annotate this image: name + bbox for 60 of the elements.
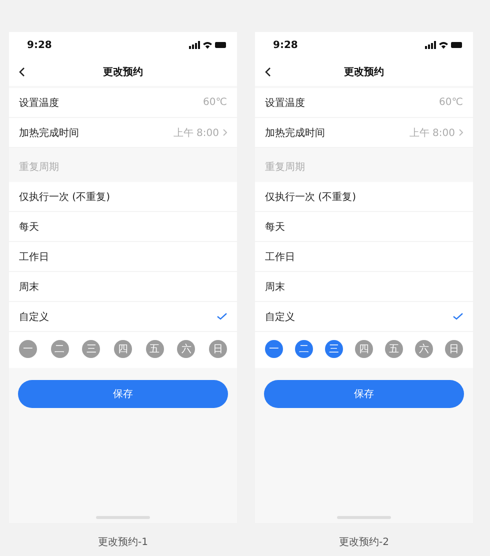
back-icon[interactable] xyxy=(19,67,25,77)
setting-row[interactable]: 加热完成时间 上午 8:00 xyxy=(255,118,473,148)
weekday-toggle[interactable]: 日 xyxy=(445,340,463,358)
setting-row[interactable]: 加热完成时间 上午 8:00 xyxy=(9,118,237,148)
repeat-option[interactable]: 工作日 xyxy=(255,242,473,272)
weekday-toggle[interactable]: 二 xyxy=(295,340,313,358)
repeat-option[interactable]: 每天 xyxy=(255,212,473,242)
weekday-toggle[interactable]: 六 xyxy=(415,340,433,358)
screen-caption: 更改预约-1 xyxy=(98,536,148,549)
setting-value: 上午 8:00 xyxy=(409,126,455,140)
option-label: 周末 xyxy=(265,280,285,294)
option-label: 每天 xyxy=(19,220,39,234)
weekday-toggle[interactable]: 一 xyxy=(265,340,283,358)
weekday-toggle[interactable]: 四 xyxy=(355,340,373,358)
weekday-toggle[interactable]: 二 xyxy=(50,340,69,358)
page-title: 更改预约 xyxy=(103,66,143,79)
status-icons xyxy=(189,41,227,49)
setting-label: 设置温度 xyxy=(265,96,305,110)
setting-label: 加热完成时间 xyxy=(265,126,325,140)
setting-label: 加热完成时间 xyxy=(19,126,79,140)
weekday-toggle[interactable]: 三 xyxy=(82,340,100,358)
status-time: 9:28 xyxy=(273,40,298,50)
section-header: 重复周期 xyxy=(18,160,60,175)
weekday-toggle[interactable]: 五 xyxy=(385,340,403,358)
repeat-option[interactable]: 周末 xyxy=(9,272,237,302)
option-label: 工作日 xyxy=(19,250,49,264)
setting-value: 上午 8:00 xyxy=(173,126,219,140)
repeat-option[interactable]: 仅执行一次 (不重复) xyxy=(255,182,473,212)
option-label: 周末 xyxy=(19,280,39,294)
section-header: 重复周期 xyxy=(264,160,306,175)
weekday-toggle[interactable]: 一 xyxy=(19,340,37,358)
save-button[interactable]: 保存 xyxy=(264,380,464,408)
repeat-option[interactable]: 周末 xyxy=(255,272,473,302)
weekday-toggle[interactable]: 三 xyxy=(325,340,343,358)
weekday-toggle[interactable]: 六 xyxy=(177,340,196,358)
repeat-option[interactable]: 自定义 xyxy=(9,302,237,332)
weekday-toggle[interactable]: 日 xyxy=(208,340,227,358)
setting-row[interactable]: 设置温度 60℃ xyxy=(255,88,473,118)
option-label: 自定义 xyxy=(19,310,49,324)
repeat-option[interactable]: 工作日 xyxy=(9,242,237,272)
weekday-toggle[interactable]: 五 xyxy=(146,340,164,358)
option-label: 每天 xyxy=(265,220,285,234)
save-button[interactable]: 保存 xyxy=(18,380,228,408)
setting-value: 60℃ xyxy=(203,97,227,108)
page-title: 更改预约 xyxy=(344,66,384,79)
status-time: 9:28 xyxy=(27,40,52,50)
repeat-option[interactable]: 每天 xyxy=(9,212,237,242)
setting-row[interactable]: 设置温度 60℃ xyxy=(9,88,237,118)
option-label: 仅执行一次 (不重复) xyxy=(19,190,110,204)
setting-value: 60℃ xyxy=(439,97,463,108)
status-icons xyxy=(425,41,463,49)
weekday-toggle[interactable]: 四 xyxy=(114,340,132,358)
repeat-option[interactable]: 自定义 xyxy=(255,302,473,332)
option-label: 工作日 xyxy=(265,250,295,264)
screen-caption: 更改预约-2 xyxy=(339,536,389,549)
option-label: 自定义 xyxy=(265,310,295,324)
back-icon[interactable] xyxy=(265,67,271,77)
option-label: 仅执行一次 (不重复) xyxy=(265,190,356,204)
repeat-option[interactable]: 仅执行一次 (不重复) xyxy=(9,182,237,212)
setting-label: 设置温度 xyxy=(19,96,59,110)
